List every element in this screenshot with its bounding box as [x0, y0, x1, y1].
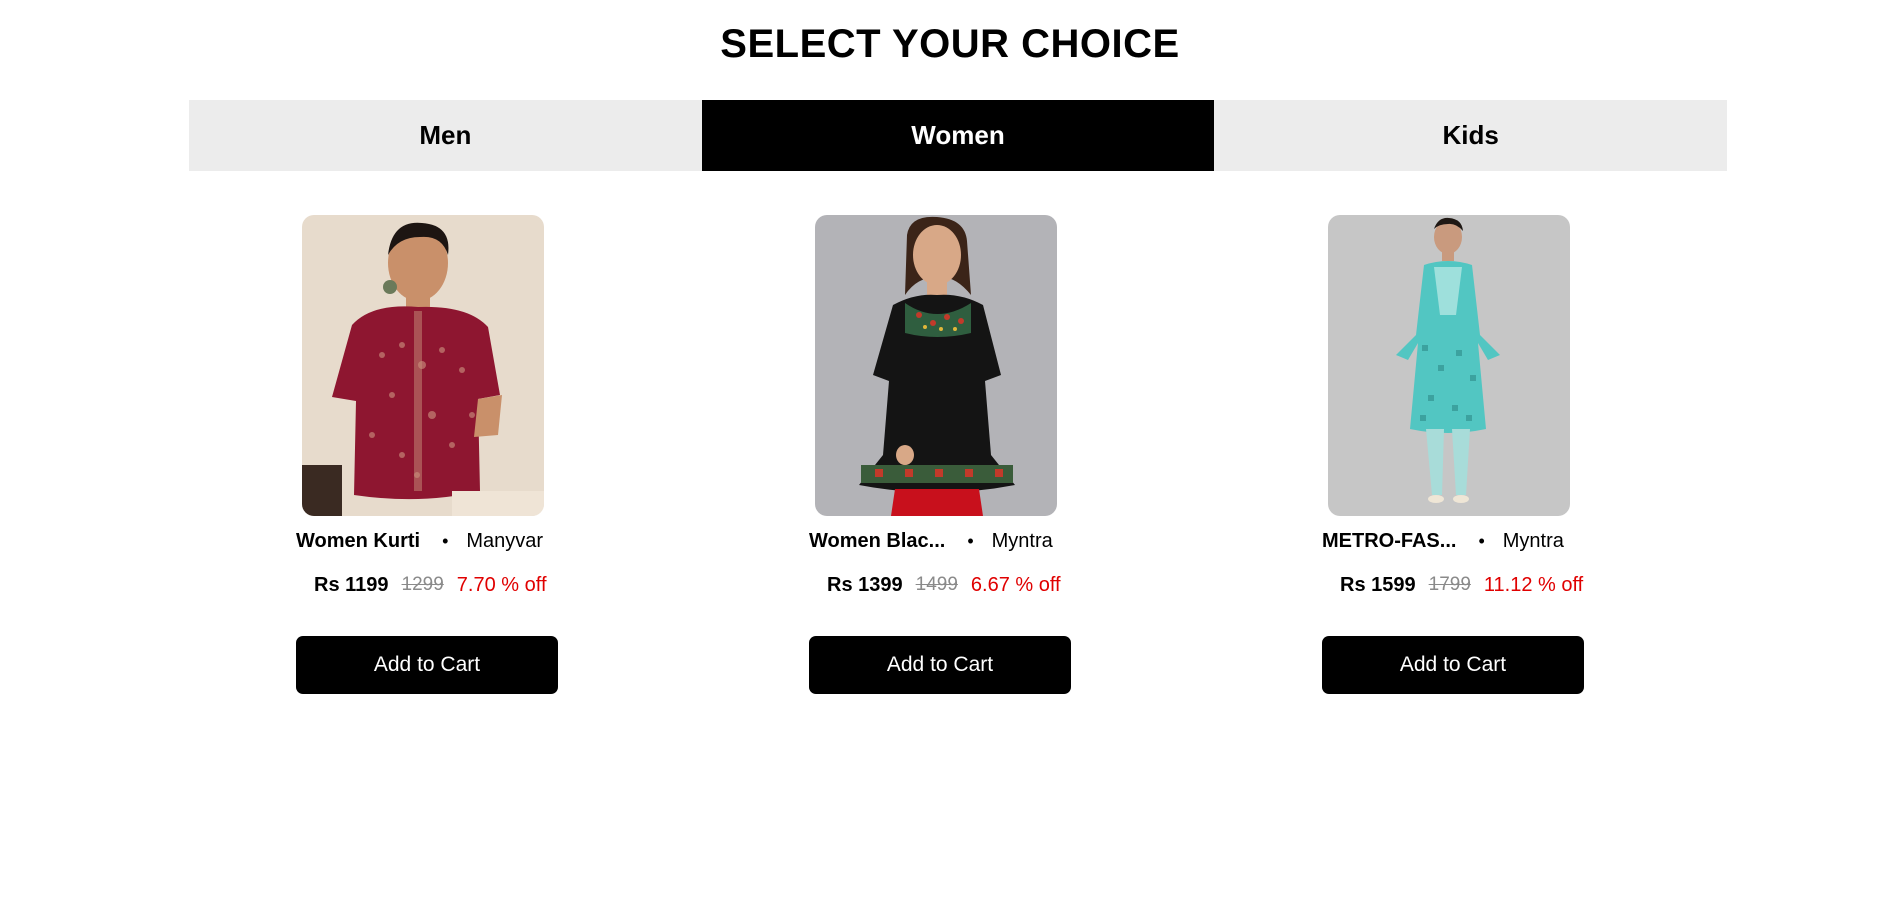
tab-women[interactable]: Women — [701, 100, 1215, 171]
page: SELECT YOUR CHOICE Men Women Kids Women … — [0, 0, 1900, 919]
product-meta: Women Blac... • Myntra — [809, 526, 1089, 556]
product-name[interactable]: Women Kurti — [296, 530, 420, 553]
tab-men[interactable]: Men — [189, 100, 702, 171]
product-meta: METRO-FAS... • Myntra — [1322, 526, 1602, 556]
product-image[interactable] — [815, 215, 1057, 516]
product-mrp: 1799 — [1428, 574, 1471, 595]
add-to-cart-button[interactable]: Add to Cart — [296, 636, 558, 694]
product-discount: 6.67 % off — [970, 573, 1061, 596]
product-image[interactable] — [302, 215, 544, 516]
product-mrp: 1299 — [401, 574, 444, 595]
product-image[interactable] — [1328, 215, 1570, 516]
product-discount: 7.70 % off — [456, 573, 547, 596]
separator-dot: • — [1478, 530, 1485, 551]
product-brand: Manyvar — [466, 529, 544, 552]
page-title: SELECT YOUR CHOICE — [720, 22, 1180, 66]
product-prices: Rs 1199 1299 7.70 % off — [314, 570, 594, 600]
product-image-turquoise-kurta — [1328, 215, 1570, 516]
product-brand: Myntra — [1502, 529, 1564, 552]
product-price: Rs 1199 — [314, 573, 389, 596]
tab-kids[interactable]: Kids — [1214, 100, 1728, 171]
product-mrp: 1499 — [915, 574, 958, 595]
product-prices: Rs 1599 1799 11.12 % off — [1340, 570, 1620, 600]
product-name[interactable]: Women Blac... — [809, 530, 945, 553]
add-to-cart-button[interactable]: Add to Cart — [809, 636, 1071, 694]
separator-dot: • — [967, 530, 974, 551]
category-tabs: Men Women Kids — [189, 100, 1728, 171]
product-meta: Women Kurti • Manyvar — [296, 526, 576, 556]
product-price: Rs 1599 — [1340, 573, 1416, 596]
product-prices: Rs 1399 1499 6.67 % off — [827, 570, 1107, 600]
product-discount: 11.12 % off — [1483, 573, 1584, 596]
separator-dot: • — [442, 530, 449, 551]
product-image-black-kurti — [815, 215, 1057, 516]
product-brand: Myntra — [991, 529, 1053, 552]
product-price: Rs 1399 — [827, 573, 903, 596]
add-to-cart-button[interactable]: Add to Cart — [1322, 636, 1584, 694]
product-image-maroon-kurti — [302, 215, 544, 516]
product-name[interactable]: METRO-FAS... — [1322, 530, 1456, 553]
